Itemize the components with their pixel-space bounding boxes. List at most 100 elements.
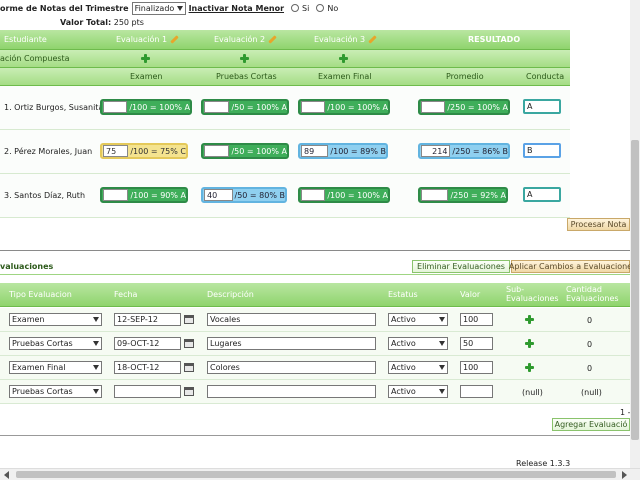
add-icon[interactable]: [525, 339, 534, 348]
average-label: /250 = 100% A: [447, 102, 508, 112]
status-select[interactable]: Activo: [388, 337, 448, 350]
status-select[interactable]: Finalizado: [131, 1, 186, 15]
col-final: Examen Final: [318, 72, 372, 81]
value-input[interactable]: 100: [460, 361, 493, 374]
horizontal-scroll-thumb[interactable]: [16, 471, 616, 478]
type-value: Pruebas Cortas: [12, 387, 73, 396]
chevron-down-icon: [93, 365, 99, 370]
student-name: 3. Santos Díaz, Ruth: [4, 191, 86, 200]
status-select[interactable]: Activo: [388, 361, 448, 374]
grade-input[interactable]: 100: [301, 101, 326, 113]
grade-final: 100/100 = 100% A: [298, 187, 390, 203]
calendar-icon[interactable]: [184, 315, 194, 324]
student-row: 2. Pérez Morales, Juan 75/100 = 75% C 50…: [0, 130, 570, 174]
calendar-icon[interactable]: [184, 387, 194, 396]
add-icon[interactable]: [240, 54, 249, 63]
description-input[interactable]: [207, 385, 376, 398]
eval-row: Examen Final 18-OCT-12 Colores Activo 10…: [0, 356, 630, 380]
grade-exam: 75/100 = 75% C: [100, 143, 188, 159]
scroll-left-icon[interactable]: [4, 471, 9, 479]
calendar-icon[interactable]: [184, 339, 194, 348]
grade-input[interactable]: 100: [103, 101, 128, 113]
chevron-down-icon: [176, 5, 183, 11]
col-short: Pruebas Cortas: [216, 72, 277, 81]
pencil-icon[interactable]: [267, 35, 276, 44]
grade-input[interactable]: 50: [204, 145, 230, 157]
conduct-input[interactable]: A: [523, 99, 561, 114]
add-icon[interactable]: [525, 315, 534, 324]
delete-evals-button[interactable]: Eliminar Evaluaciones: [412, 260, 510, 273]
average-label: /250 = 86% B: [452, 146, 508, 156]
inactivate-link[interactable]: Inactivar Nota Menor: [189, 4, 284, 13]
value-input[interactable]: [460, 385, 493, 398]
radio-no[interactable]: [316, 4, 325, 12]
average-input: 250: [421, 101, 446, 113]
horizontal-scrollbar[interactable]: [0, 468, 640, 480]
eval-row: Examen 12-SEP-12 Vocales Activo 100 0: [0, 308, 630, 332]
col-eval3[interactable]: Evaluación 3: [314, 35, 376, 44]
grade-input[interactable]: 100: [301, 189, 326, 201]
add-eval-button[interactable]: Agregar Evaluació: [552, 418, 630, 431]
col-desc: Descripción: [207, 290, 254, 299]
status-select[interactable]: Activo: [388, 313, 448, 326]
average-input: 230: [421, 189, 449, 201]
divider: [0, 435, 630, 436]
conduct-input[interactable]: B: [523, 143, 561, 158]
type-select[interactable]: Examen Final: [9, 361, 102, 374]
grade-average: 250/250 = 100% A: [418, 99, 510, 115]
chevron-down-icon: [439, 389, 445, 394]
date-input[interactable]: 09-OCT-12: [114, 337, 181, 350]
description-input[interactable]: Colores: [207, 361, 376, 374]
col-eval1[interactable]: Evaluación 1: [116, 35, 178, 44]
grade-input[interactable]: 75: [103, 145, 129, 157]
status-select-value: Finalizado: [134, 3, 175, 13]
col-qty-line1: Cantidad: [566, 285, 602, 294]
qty-value: 0: [587, 316, 593, 325]
type-select[interactable]: Pruebas Cortas: [9, 385, 102, 398]
col-value: Valor: [460, 290, 481, 299]
process-grades-button[interactable]: Procesar Nota: [567, 218, 630, 231]
col-avg: Promedio: [446, 72, 484, 81]
qty-value: 0: [587, 340, 593, 349]
vertical-scroll-thumb[interactable]: [631, 140, 639, 440]
add-icon[interactable]: [525, 363, 534, 372]
report-label: orme de Notas del Trimestre: [0, 3, 129, 13]
evals-header-row: Tipo Evaluacion Fecha Descripción Estatu…: [0, 283, 630, 307]
radio-si[interactable]: [291, 4, 300, 12]
pencil-icon[interactable]: [169, 35, 178, 44]
description-input[interactable]: Lugares: [207, 337, 376, 350]
report-header: orme de Notas del Trimestre Finalizado I…: [0, 1, 630, 15]
type-select[interactable]: Pruebas Cortas: [9, 337, 102, 350]
vertical-scrollbar[interactable]: [630, 0, 640, 468]
add-icon[interactable]: [141, 54, 150, 63]
status-select[interactable]: Activo: [388, 385, 448, 398]
col-date: Fecha: [114, 290, 138, 299]
scroll-right-icon[interactable]: [622, 471, 627, 479]
date-input[interactable]: [114, 385, 181, 398]
type-value: Examen Final: [12, 363, 66, 372]
grade-input[interactable]: 90: [103, 189, 129, 201]
add-icon[interactable]: [339, 54, 348, 63]
apply-changes-button[interactable]: Aplicar Cambios a Evaluacione: [509, 260, 632, 273]
grade-input[interactable]: 50: [204, 101, 230, 113]
grade-input[interactable]: 40: [204, 189, 233, 201]
status-value: Activo: [391, 387, 416, 396]
pager-text: 1 -: [620, 408, 631, 417]
pencil-icon[interactable]: [367, 35, 376, 44]
col-eval2[interactable]: Evaluación 2: [214, 35, 276, 44]
student-name: 2. Pérez Morales, Juan: [4, 147, 93, 156]
type-select[interactable]: Examen: [9, 313, 102, 326]
value-input[interactable]: 50: [460, 337, 493, 350]
value-input[interactable]: 100: [460, 313, 493, 326]
eval-row-new: Pruebas Cortas Activo (null) (null): [0, 380, 630, 404]
grade-input[interactable]: 89: [301, 145, 329, 157]
calendar-icon[interactable]: [184, 363, 194, 372]
conduct-input[interactable]: A: [523, 187, 561, 202]
description-input[interactable]: Vocales: [207, 313, 376, 326]
col-qty-line2: Evaluaciones: [566, 294, 619, 303]
sub-null: (null): [522, 388, 543, 397]
date-input[interactable]: 18-OCT-12: [114, 361, 181, 374]
qty-value: 0: [587, 364, 593, 373]
date-input[interactable]: 12-SEP-12: [114, 313, 181, 326]
eval-row: Pruebas Cortas 09-OCT-12 Lugares Activo …: [0, 332, 630, 356]
